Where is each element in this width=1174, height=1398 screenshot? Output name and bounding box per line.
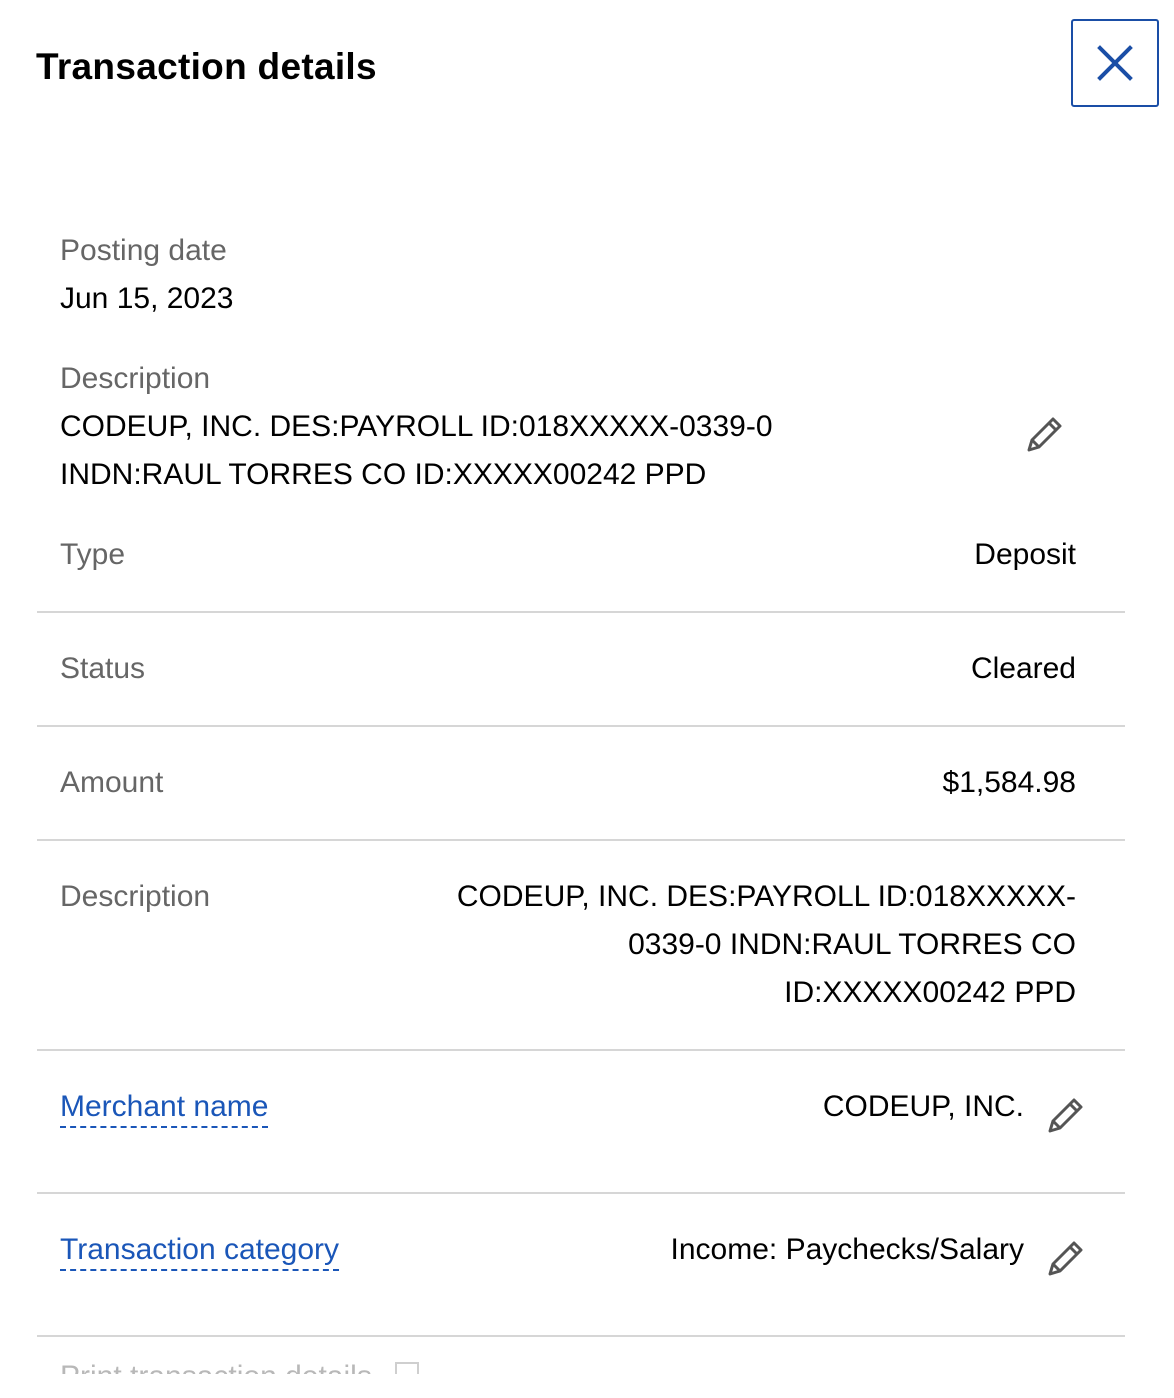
transaction-category-link[interactable]: Transaction category	[60, 1233, 340, 1271]
merchant-name-link[interactable]: Merchant name	[60, 1090, 269, 1128]
description-label: Description	[60, 362, 211, 395]
amount-label: Amount	[60, 766, 164, 799]
details-description-line-3: ID:XXXXX00242 PPD	[784, 976, 1076, 1009]
transaction-category-value: Income: Paychecks/Salary	[670, 1233, 1024, 1266]
page-title: Transaction details	[36, 46, 377, 87]
details-description-line-2: 0339-0 INDN:RAUL TORRES CO	[628, 928, 1076, 961]
divider	[37, 1192, 1125, 1194]
type-label: Type	[60, 538, 126, 571]
posting-date-label: Posting date	[60, 234, 227, 267]
merchant-name-value: CODEUP, INC.	[822, 1090, 1024, 1123]
type-value: Deposit	[974, 538, 1076, 571]
transaction-details-panel: Transaction details Posting date Jun 15,…	[0, 0, 1174, 1398]
details-description-label: Description	[60, 880, 211, 913]
pencil-icon[interactable]	[1044, 1093, 1088, 1137]
posting-date-value: Jun 15, 2023	[60, 282, 234, 315]
details-description-line-1: CODEUP, INC. DES:PAYROLL ID:018XXXXX-	[456, 880, 1076, 913]
print-transaction-details-label[interactable]: Print transaction details	[60, 1360, 372, 1374]
close-icon	[1097, 45, 1133, 81]
status-value: Cleared	[970, 652, 1076, 685]
description-line-1: CODEUP, INC. DES:PAYROLL ID:018XXXXX-033…	[60, 410, 773, 443]
description-line-2: INDN:RAUL TORRES CO ID:XXXXX00242 PPD	[60, 458, 707, 491]
close-button[interactable]	[1071, 19, 1159, 107]
divider	[37, 1049, 1125, 1051]
pencil-icon[interactable]	[1023, 412, 1067, 456]
divider	[37, 1335, 1125, 1337]
pencil-icon[interactable]	[1044, 1236, 1088, 1280]
print-checkbox[interactable]	[395, 1362, 419, 1374]
divider	[37, 839, 1125, 841]
divider	[37, 611, 1125, 613]
status-label: Status	[60, 652, 146, 685]
divider	[37, 725, 1125, 727]
amount-value: $1,584.98	[942, 766, 1076, 799]
